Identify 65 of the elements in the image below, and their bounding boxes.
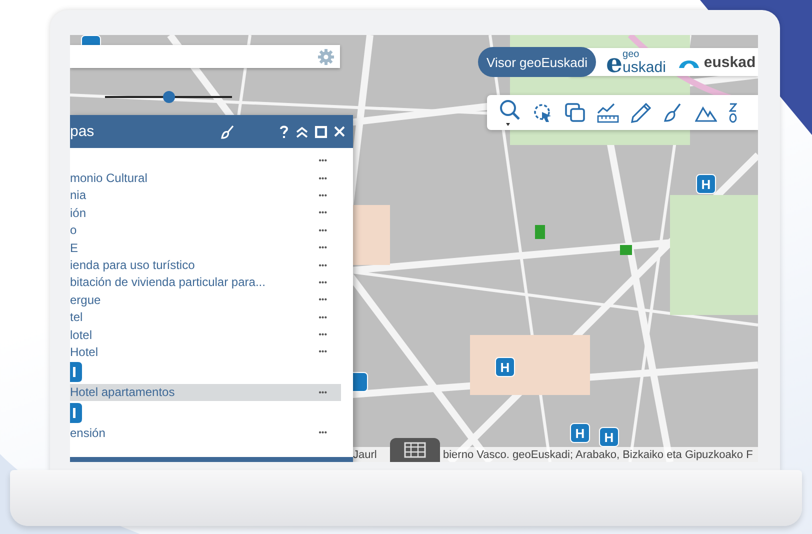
layer-name: o: [70, 223, 78, 238]
layer-name: ienda para uso turístico: [70, 258, 196, 272]
more-button[interactable]: •••: [318, 347, 327, 356]
layer-name: tel: [70, 310, 84, 324]
close-icon[interactable]: [334, 126, 345, 137]
panel-title: pas: [70, 123, 96, 140]
more-button[interactable]: •••: [318, 243, 327, 252]
brush-icon[interactable]: [663, 102, 683, 122]
more-button[interactable]: •••: [318, 260, 327, 270]
layer-name: lotel: [70, 328, 94, 342]
more-button[interactable]: •••: [318, 312, 327, 322]
layer-row[interactable]: monio Cultural •••: [70, 169, 341, 187]
map-marker[interactable]: H: [696, 174, 716, 194]
layer-row[interactable]: nia •••: [70, 186, 341, 204]
map-attribution: Jaurl: [353, 448, 377, 460]
pencil-icon[interactable]: [631, 102, 651, 122]
layer-row[interactable]: ensión •••: [70, 424, 341, 442]
layer-row[interactable]: Hotel apartamentos •••: [70, 384, 341, 402]
table-icon: [404, 442, 426, 458]
more-button[interactable]: •••: [318, 388, 327, 397]
more-button[interactable]: •••: [318, 208, 327, 218]
more-button[interactable]: •••: [318, 174, 327, 183]
table-button[interactable]: [390, 438, 440, 462]
more-button[interactable]: •••: [318, 428, 327, 438]
overlapping-squares-icon[interactable]: [565, 102, 585, 122]
more-button[interactable]: •••: [318, 278, 327, 287]
layer-name: E: [70, 240, 80, 255]
layer-row[interactable]: bitación de vivienda particular para... •••: [70, 274, 341, 292]
layer-name: monio Cultural: [70, 171, 148, 186]
more-button[interactable]: •••: [318, 295, 327, 304]
map-marker[interactable]: H: [570, 423, 590, 443]
layer-row[interactable]: Hotel •••: [70, 343, 341, 361]
layer-row[interactable]: tel •••: [70, 308, 341, 326]
layer-row[interactable]: ergue •••: [70, 291, 341, 309]
layer-row[interactable]: ión •••: [70, 204, 341, 222]
layer-name: bitación de vivienda particular para...: [70, 275, 266, 290]
map-marker[interactable]: H: [599, 427, 619, 447]
more-button[interactable]: •••: [318, 156, 327, 166]
layer-row[interactable]: lotel •••: [70, 326, 341, 344]
layer-row[interactable]: E •••: [70, 238, 341, 256]
more-button[interactable]: •••: [318, 330, 327, 340]
collapse-icon[interactable]: [296, 126, 308, 138]
layer-name: nia: [70, 188, 88, 202]
brush-icon[interactable]: [220, 124, 236, 140]
layer-row[interactable]: o •••: [70, 222, 341, 239]
layer-name: ensión: [70, 426, 106, 440]
maximize-icon[interactable]: [315, 126, 327, 138]
visor-button[interactable]: Visor geoEuskadi: [478, 47, 596, 77]
ruler-chart-icon[interactable]: [597, 102, 619, 122]
layer-row[interactable]: ienda para uso turístico •••: [70, 256, 341, 274]
help-icon[interactable]: [279, 124, 289, 138]
search-icon[interactable]: [499, 98, 521, 126]
more-button[interactable]: •••: [318, 190, 327, 200]
map-marker[interactable]: H: [495, 357, 515, 377]
map-attribution: bierno Vasco. geoEuskadi; Arabako, Bizkaiko eta Gipuzkoako F: [443, 448, 753, 460]
euskadi-logo[interactable]: euskad: [678, 54, 756, 70]
layer-name: Hotel apartamentos: [70, 385, 176, 400]
layer-row[interactable]: •••: [70, 152, 341, 170]
layer-name: ergue: [70, 292, 102, 307]
search-field[interactable]: [70, 45, 340, 68]
more-button[interactable]: •••: [318, 226, 327, 235]
layer-name: Hotel: [70, 344, 100, 359]
cursor-select-icon[interactable]: [533, 102, 553, 122]
layer-name: ión: [70, 206, 88, 220]
opacity-slider[interactable]: [105, 91, 232, 103]
